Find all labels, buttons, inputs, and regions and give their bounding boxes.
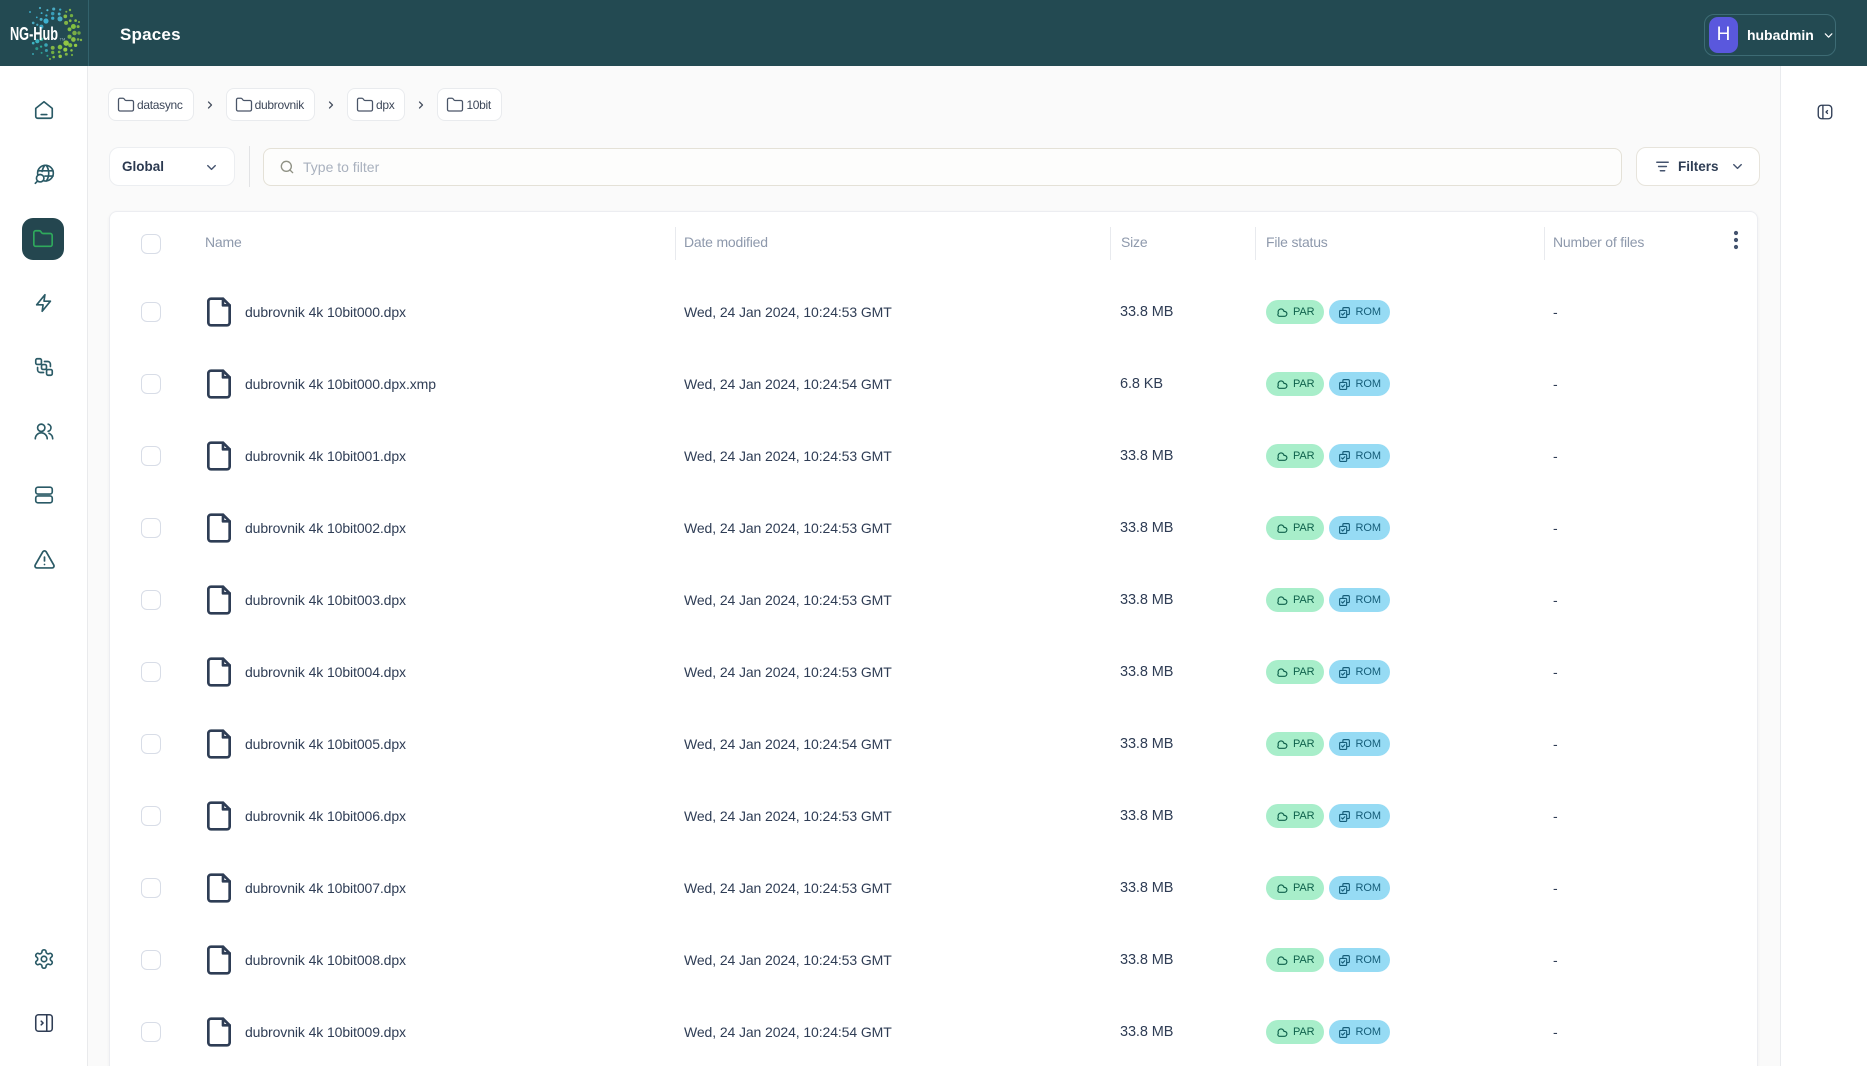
svg-text:TM: TM [60, 37, 66, 42]
svg-text:NG-Hub: NG-Hub [10, 23, 58, 44]
